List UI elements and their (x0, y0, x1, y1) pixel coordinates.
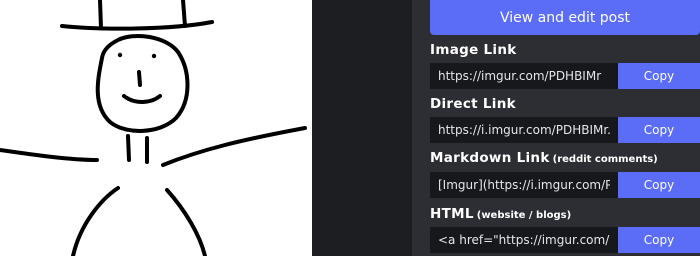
html-link-subtitle: (website / blogs) (476, 210, 572, 221)
html-link-title: HTML (430, 206, 474, 222)
stick-figure-drawing (0, 0, 307, 256)
view-and-edit-post-button[interactable]: View and edit post (430, 0, 700, 35)
markdown-link-title: Markdown Link (430, 150, 550, 166)
html-link-heading: HTML (website / blogs) (430, 206, 571, 222)
direct-link-row: Copy (430, 117, 700, 143)
share-panel: View and edit post Image Link Copy Direc… (412, 0, 700, 256)
image-link-title: Image Link (430, 42, 517, 58)
copy-direct-link-button[interactable]: Copy (618, 117, 700, 143)
dark-gutter (312, 0, 412, 256)
markdown-link-field[interactable] (430, 172, 618, 198)
uploaded-image (0, 0, 312, 256)
markdown-link-subtitle: (reddit comments) (552, 154, 658, 165)
image-link-row: Copy (430, 63, 700, 89)
direct-link-title: Direct Link (430, 96, 516, 112)
copy-markdown-link-button[interactable]: Copy (618, 172, 700, 198)
direct-link-field[interactable] (430, 117, 618, 143)
direct-link-heading: Direct Link (430, 96, 516, 112)
copy-image-link-button[interactable]: Copy (618, 63, 700, 89)
copy-html-link-button[interactable]: Copy (618, 227, 700, 253)
image-link-field[interactable] (430, 63, 618, 89)
html-link-row: Copy (430, 227, 700, 253)
html-link-field[interactable] (430, 227, 618, 253)
markdown-link-row: Copy (430, 172, 700, 198)
markdown-link-heading: Markdown Link (reddit comments) (430, 150, 658, 166)
image-link-heading: Image Link (430, 42, 517, 58)
